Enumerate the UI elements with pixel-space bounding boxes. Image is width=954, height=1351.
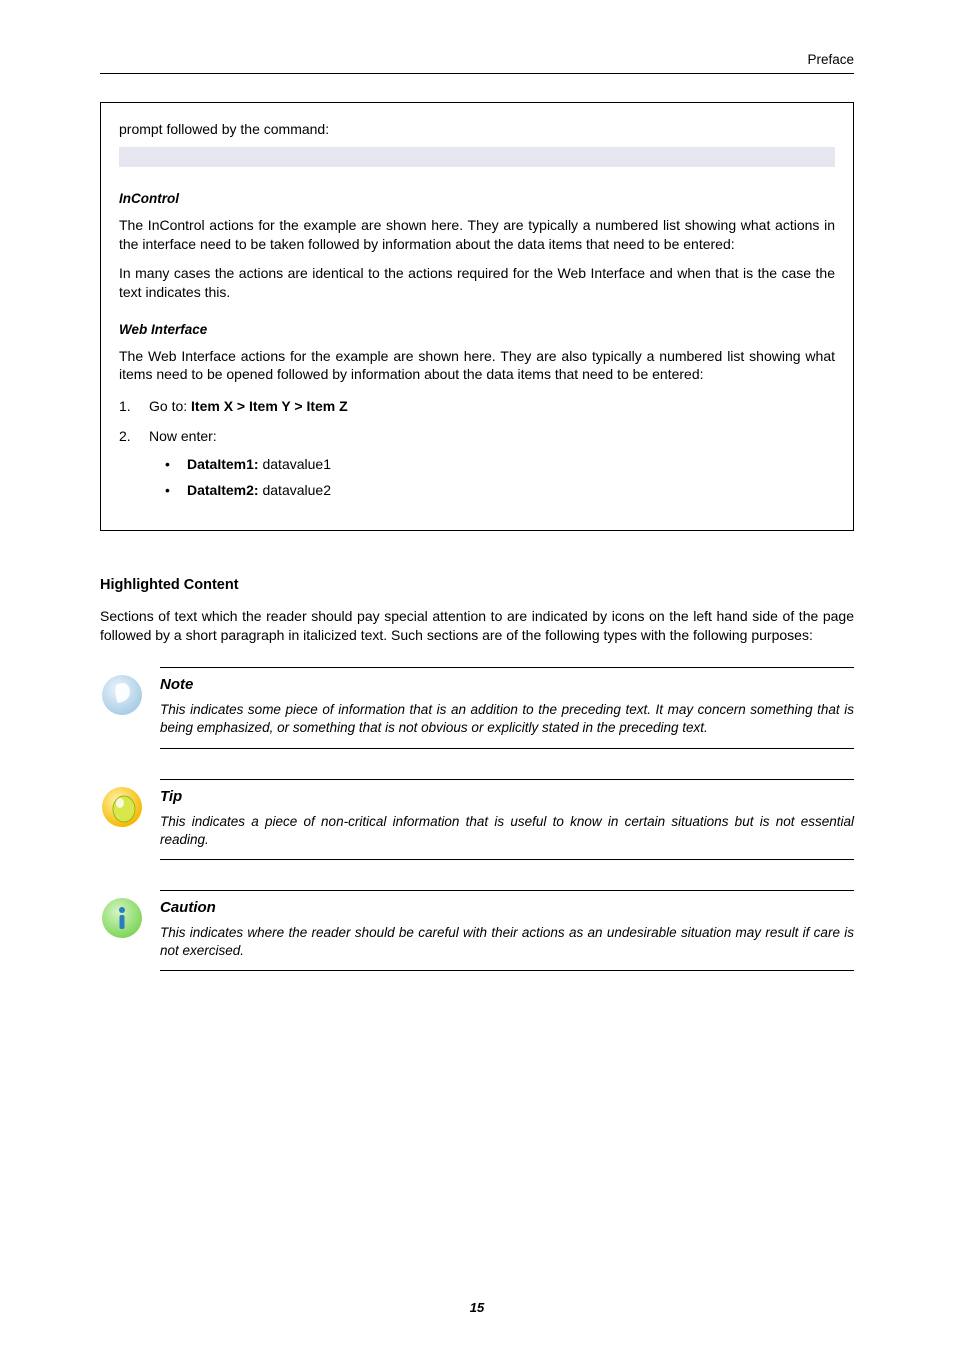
web-interface-paragraph: The Web Interface actions for the exampl… xyxy=(119,347,835,385)
callout-content: Caution This indicates where the reader … xyxy=(160,890,854,971)
callout-description: This indicates where the reader should b… xyxy=(160,924,854,960)
data-item-label: DataItem2: xyxy=(187,482,259,498)
list-item: DataItem1: datavalue1 xyxy=(165,456,835,472)
data-item-value: datavalue1 xyxy=(259,456,331,472)
step-item-2: 2.Now enter: DataItem1: datavalue1 DataI… xyxy=(119,428,835,498)
code-block-placeholder xyxy=(119,147,835,167)
incontrol-paragraph-2: In many cases the actions are identical … xyxy=(119,264,835,302)
data-item-label: DataItem1: xyxy=(187,456,259,472)
page-number: 15 xyxy=(0,1300,954,1315)
highlighted-content-heading: Highlighted Content xyxy=(100,577,854,593)
data-item-value: datavalue2 xyxy=(259,482,331,498)
incontrol-paragraph-1: The InControl actions for the example ar… xyxy=(119,216,835,254)
page-header-section: Preface xyxy=(100,52,854,74)
callout-title: Note xyxy=(160,676,854,693)
step-item-1: 1.Go to: Item X > Item Y > Item Z xyxy=(119,398,835,414)
step-number: 2. xyxy=(119,428,149,444)
step-text: Now enter: xyxy=(149,428,217,444)
incontrol-heading: InControl xyxy=(119,191,835,206)
example-box: prompt followed by the command: InContro… xyxy=(100,102,854,531)
callout-content: Note This indicates some piece of inform… xyxy=(160,667,854,748)
callout-content: Tip This indicates a piece of non-critic… xyxy=(160,779,854,860)
callout-description: This indicates some piece of information… xyxy=(160,701,854,737)
step-number: 1. xyxy=(119,398,149,414)
sub-list: DataItem1: datavalue1 DataItem2: dataval… xyxy=(165,456,835,498)
callout-tip: Tip This indicates a piece of non-critic… xyxy=(100,779,854,860)
callout-title: Tip xyxy=(160,788,854,805)
highlighted-content-intro: Sections of text which the reader should… xyxy=(100,607,854,645)
step-list: 1.Go to: Item X > Item Y > Item Z 2.Now … xyxy=(119,398,835,498)
list-item: DataItem2: datavalue2 xyxy=(165,482,835,498)
callout-note: Note This indicates some piece of inform… xyxy=(100,667,854,748)
web-interface-heading: Web Interface xyxy=(119,322,835,337)
tip-icon xyxy=(100,779,160,829)
caution-icon xyxy=(100,890,160,940)
step-text-bold: Item X > Item Y > Item Z xyxy=(191,398,348,414)
step-text-prefix: Go to: xyxy=(149,398,191,414)
note-icon xyxy=(100,667,160,717)
callout-description: This indicates a piece of non-critical i… xyxy=(160,813,854,849)
document-page: Preface prompt followed by the command: … xyxy=(0,0,954,1351)
callout-caution: Caution This indicates where the reader … xyxy=(100,890,854,971)
callout-title: Caution xyxy=(160,899,854,916)
prompt-intro-text: prompt followed by the command: xyxy=(119,121,835,137)
